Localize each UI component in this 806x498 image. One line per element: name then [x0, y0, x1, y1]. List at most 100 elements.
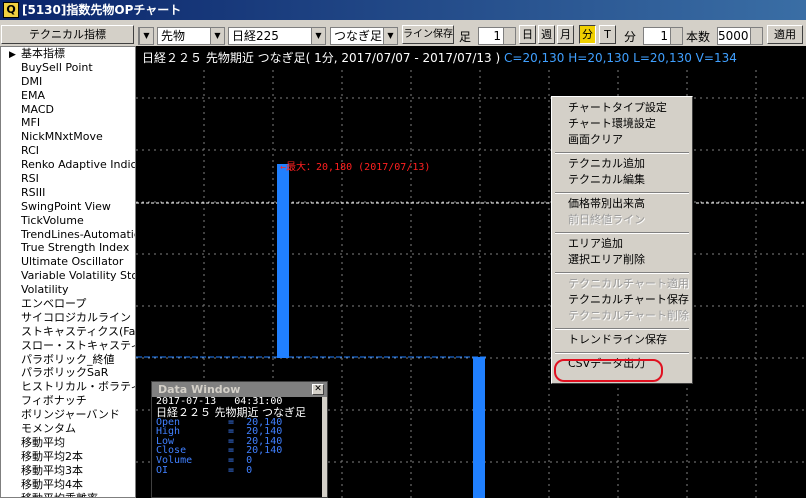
- sidebar-indicator-item[interactable]: RCI: [1, 144, 135, 158]
- sidebar-indicator-item[interactable]: 移動平均3本: [1, 464, 135, 478]
- sidebar-indicator-item[interactable]: TrendLines-Automatic: [1, 228, 135, 242]
- apply-button[interactable]: 適用: [767, 25, 803, 44]
- index-select-value: 日経225: [232, 29, 279, 43]
- sidebar-indicator-item[interactable]: スロー・ストキャスティク: [1, 339, 135, 353]
- chart-menu-dropdown[interactable]: ▼: [138, 27, 154, 45]
- sidebar-indicator-item[interactable]: MFI: [1, 116, 135, 130]
- sidebar-indicator-label: モメンタム: [21, 422, 76, 436]
- sidebar-indicator-label: 移動平均3本: [21, 463, 83, 477]
- sidebar-indicator-item[interactable]: True Strength Index: [1, 241, 135, 255]
- index-select[interactable]: 日経225 ▼: [228, 27, 326, 45]
- menu-separator: [555, 328, 689, 330]
- chevron-down-icon: ▼: [139, 28, 153, 44]
- day-button[interactable]: 日: [519, 25, 536, 44]
- sidebar-indicator-label: MFI: [21, 116, 41, 130]
- close-icon[interactable]: ✕: [312, 384, 324, 395]
- sidebar-indicator-label: 移動平均乖離率: [21, 491, 98, 498]
- menu-item[interactable]: 価格帯別出来高: [568, 197, 645, 211]
- menu-item[interactable]: テクニカル追加: [568, 157, 645, 171]
- sidebar-indicator-item[interactable]: SwingPoint View: [1, 200, 135, 214]
- sidebar-indicator-label: RSI: [21, 172, 39, 186]
- sidebar-indicator-item[interactable]: ストキャスティクス(Fas: [1, 325, 135, 339]
- sidebar-indicator-label: 移動平均4本: [21, 477, 83, 491]
- sidebar-indicator-item[interactable]: フィボナッチ: [1, 394, 135, 408]
- sidebar-indicator-item[interactable]: EMA: [1, 89, 135, 103]
- sidebar-indicator-label: EMA: [21, 88, 45, 102]
- sidebar-indicator-item[interactable]: Variable Volatility Stop: [1, 269, 135, 283]
- line-save-button[interactable]: ライン保存: [402, 25, 454, 44]
- technical-indicator-header[interactable]: テクニカル指標: [1, 25, 134, 44]
- data-window[interactable]: Data Window ✕ 2017-07-13 04:31:00 日経２２５ …: [151, 381, 328, 498]
- technical-indicator-list[interactable]: ▶ 基本指標 BuySell Point DMI EMA MACD MFI NickMNxtM…: [0, 46, 136, 498]
- sidebar-indicator-label: RCI: [21, 144, 40, 158]
- sidebar-indicator-item[interactable]: ▶ 基本指標: [1, 47, 135, 61]
- count-spinner-value: 5000: [718, 29, 749, 43]
- sidebar-indicator-label: サイコロジカルライン: [21, 310, 131, 324]
- menu-separator: [555, 152, 689, 154]
- sidebar-indicator-item[interactable]: TickVolume: [1, 214, 135, 228]
- sidebar-indicator-label: ヒストリカル・ボラティリ: [21, 380, 135, 394]
- foot-spinner[interactable]: 1: [478, 27, 516, 45]
- sidebar-indicator-item[interactable]: モメンタム: [1, 422, 135, 436]
- data-window-equals: =: [210, 464, 247, 476]
- sidebar-indicator-label: エンベロープ: [21, 297, 87, 311]
- csv-export-highlight: [554, 359, 663, 382]
- menu-item[interactable]: 画面クリア: [568, 133, 623, 147]
- menu-separator: [555, 192, 689, 194]
- sidebar-indicator-label: Volatility: [21, 283, 69, 297]
- data-window-scrollbar[interactable]: [322, 397, 327, 497]
- sidebar-indicator-item[interactable]: 移動平均: [1, 436, 135, 450]
- sidebar-indicator-item[interactable]: BuySell Point: [1, 61, 135, 75]
- sidebar-indicator-item[interactable]: パラボリック_終値: [1, 353, 135, 367]
- sidebar-indicator-item[interactable]: 移動平均乖離率: [1, 492, 135, 498]
- tick-button[interactable]: T: [599, 25, 616, 44]
- minute-button[interactable]: 分: [579, 25, 596, 44]
- menu-item[interactable]: テクニカルチャート保存: [568, 293, 689, 307]
- max-price-label: ←最大：20,180 (2017/07/13): [280, 162, 431, 173]
- sidebar-indicator-label: DMI: [21, 74, 43, 88]
- menu-item[interactable]: チャート環境設定: [568, 117, 656, 131]
- menu-item[interactable]: エリア追加: [568, 237, 623, 251]
- sidebar-indicator-label: Renko Adaptive Indica: [21, 158, 135, 172]
- window-title-bar[interactable]: Q [5130]指数先物OPチャート: [0, 0, 806, 20]
- sidebar-indicator-item[interactable]: パラボリックSaR: [1, 366, 135, 380]
- menu-separator: [555, 352, 689, 354]
- sidebar-indicator-item[interactable]: エンベロープ: [1, 297, 135, 311]
- minute-spinner[interactable]: 1: [643, 27, 683, 45]
- window-title: [5130]指数先物OPチャート: [22, 3, 182, 17]
- chevron-down-icon: ▼: [383, 28, 397, 44]
- sidebar-indicator-item[interactable]: ヒストリカル・ボラティリ: [1, 380, 135, 394]
- menu-item[interactable]: テクニカル編集: [568, 173, 645, 187]
- spinner-arrows-icon[interactable]: [750, 28, 762, 44]
- menu-item[interactable]: 選択エリア削除: [568, 253, 645, 267]
- sidebar-indicator-item[interactable]: 移動平均2本: [1, 450, 135, 464]
- sidebar-indicator-item[interactable]: Ultimate Oscillator: [1, 255, 135, 269]
- sidebar-indicator-item[interactable]: Renko Adaptive Indica: [1, 158, 135, 172]
- toolbar: テクニカル指標 ▼ 先物 ▼ 日経225 ▼ つなぎ足 ▼ ライン保存 足 1 …: [0, 22, 806, 46]
- market-select[interactable]: 先物 ▼: [157, 27, 225, 45]
- sidebar-indicator-label: ボリンジャーバンド: [21, 408, 120, 422]
- sidebar-indicator-item[interactable]: ボリンジャーバンド: [1, 408, 135, 422]
- menu-separator: [555, 272, 689, 274]
- menu-item[interactable]: トレンドライン保存: [568, 333, 667, 347]
- menu-item[interactable]: チャートタイプ設定: [568, 101, 667, 115]
- sidebar-indicator-item[interactable]: NickMNxtMove: [1, 130, 135, 144]
- sidebar-indicator-label: スロー・ストキャスティク: [21, 338, 135, 352]
- data-window-title-bar[interactable]: Data Window ✕: [152, 382, 327, 397]
- sidebar-indicator-item[interactable]: RSI: [1, 172, 135, 186]
- sidebar-indicator-label: 移動平均: [21, 435, 65, 449]
- sidebar-indicator-item[interactable]: MACD: [1, 103, 135, 117]
- sidebar-indicator-item[interactable]: DMI: [1, 75, 135, 89]
- bar-type-select[interactable]: つなぎ足 ▼: [330, 27, 398, 45]
- sidebar-indicator-label: ストキャスティクス(Fas: [21, 324, 135, 338]
- week-button[interactable]: 週: [538, 25, 555, 44]
- sidebar-indicator-item[interactable]: RSIII: [1, 186, 135, 200]
- spinner-arrows-icon[interactable]: [670, 28, 682, 44]
- spinner-arrows-icon[interactable]: [503, 28, 515, 44]
- sidebar-indicator-item[interactable]: Volatility: [1, 283, 135, 297]
- sidebar-indicator-item[interactable]: サイコロジカルライン: [1, 311, 135, 325]
- month-button[interactable]: 月: [557, 25, 574, 44]
- data-window-row: OI = 0: [156, 464, 327, 476]
- sidebar-indicator-item[interactable]: 移動平均4本: [1, 478, 135, 492]
- count-spinner[interactable]: 5000: [717, 27, 763, 45]
